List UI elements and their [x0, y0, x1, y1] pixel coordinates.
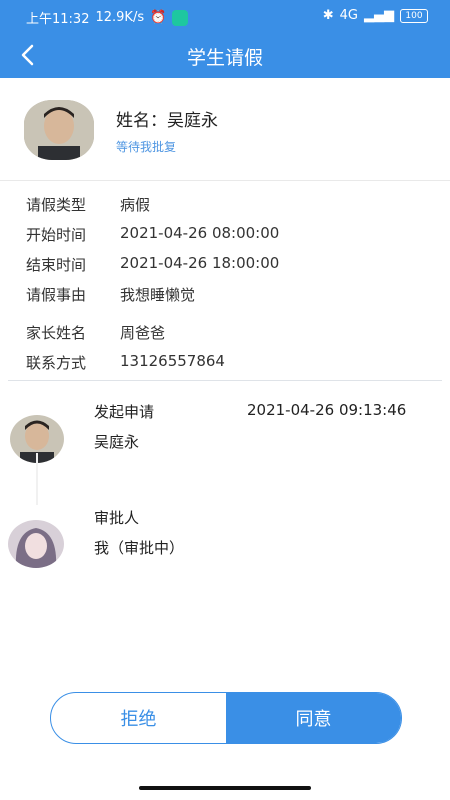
step-person: 吴庭永	[94, 433, 140, 451]
status-time: 上午11:32	[26, 12, 90, 27]
approver-photo	[8, 520, 64, 568]
reject-button[interactable]: 拒绝	[51, 693, 226, 743]
battery-level: 100	[405, 10, 423, 21]
signal-icon: ▂▄▆	[364, 8, 394, 23]
status-bar: 上午11:32 12.9K/s ⏰ ✱ 4G ▂▄▆ 100	[0, 0, 450, 32]
field-row-contact: 联系方式 13126557864	[0, 345, 450, 375]
avatar	[24, 100, 94, 160]
status-left: 上午11:32 12.9K/s ⏰	[26, 8, 189, 27]
field-value: 周爸爸	[120, 324, 166, 342]
field-value: 2021-04-26 08:00:00	[120, 224, 280, 242]
applicant-profile: 姓名：吴庭永 等待我批复	[0, 78, 450, 180]
field-value: 13126557864	[120, 352, 225, 370]
step-title: 审批人	[94, 509, 140, 527]
action-bar: 拒绝 同意	[50, 692, 402, 744]
agree-button[interactable]: 同意	[226, 693, 401, 743]
status-network-speed: 12.9K/s	[95, 10, 145, 25]
home-indicator[interactable]	[139, 786, 311, 790]
field-row-end-time: 结束时间 2021-04-26 18:00:00	[0, 247, 450, 277]
timeline-connector	[36, 453, 38, 505]
divider	[8, 380, 442, 381]
step-title: 发起申请	[94, 403, 155, 421]
field-label: 家长姓名	[26, 324, 87, 342]
alarm-icon: ⏰	[150, 10, 167, 25]
field-row-leave-type: 请假类型 病假	[0, 187, 450, 217]
field-label: 请假事由	[26, 286, 87, 304]
field-value: 病假	[120, 196, 151, 214]
field-value: 2021-04-26 18:00:00	[120, 254, 280, 272]
field-label: 联系方式	[26, 354, 87, 372]
field-label: 结束时间	[26, 256, 87, 274]
app-header: 学生请假	[0, 32, 450, 78]
bluetooth-icon: ✱	[322, 8, 334, 23]
battery-icon: 100	[400, 8, 428, 23]
field-label: 请假类型	[26, 196, 87, 214]
step-time: 2021-04-26 09:13:46	[247, 401, 407, 419]
field-row-start-time: 开始时间 2021-04-26 08:00:00	[0, 217, 450, 247]
status-right: ✱ 4G ▂▄▆ 100	[323, 8, 428, 23]
field-label: 开始时间	[26, 226, 87, 244]
approval-timeline: 发起申请 2021-04-26 09:13:46 吴庭永 审批人 我（审批中）	[0, 385, 450, 585]
signal-label: 4G	[339, 8, 358, 23]
avatar	[8, 520, 64, 568]
field-row-reason: 请假事由 我想睡懒觉	[0, 277, 450, 307]
step-person: 我（审批中）	[94, 539, 185, 557]
divider	[0, 180, 450, 181]
shield-icon	[172, 9, 189, 26]
field-value: 我想睡懒觉	[120, 286, 196, 304]
field-row-parent-name: 家长姓名 周爸爸	[0, 315, 450, 345]
applicant-name: 姓名：吴庭永	[116, 111, 218, 131]
page-title: 学生请假	[186, 47, 263, 69]
student-photo	[24, 100, 94, 160]
status-badge: 等待我批复	[116, 140, 177, 154]
